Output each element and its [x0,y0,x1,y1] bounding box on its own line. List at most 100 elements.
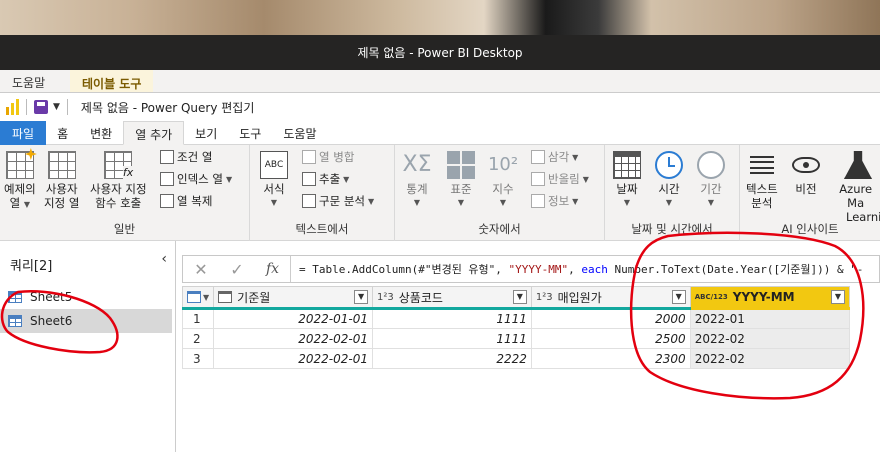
time-button[interactable]: 시간 ▼ [655,151,683,210]
format-abc-icon: ABC [260,151,288,179]
parse-button[interactable]: 구문 분석 ▼ [302,193,374,209]
filter-dropdown-icon[interactable]: ▼ [831,290,845,304]
statistics-button[interactable]: XΣ 통계 ▼ [402,151,432,210]
cell-cost[interactable]: 2500 [530,328,691,349]
extract-button[interactable]: 추출 ▼ [302,171,349,187]
filter-dropdown-icon[interactable]: ▼ [354,290,369,304]
query-item-sheet6[interactable]: Sheet6 [0,309,172,333]
filter-dropdown-icon[interactable]: ▼ [512,290,527,304]
duplicate-column-icon [160,194,174,208]
index-column-button[interactable]: 인덱스 열 ▼ [160,171,232,187]
merge-columns-icon [302,150,316,164]
table-row[interactable]: 2 2022-02-01 1111 2500 2022-02 [181,328,851,349]
parse-icon [302,194,316,208]
column-header-cost[interactable]: 1²3 매입원가 ▼ [530,286,691,310]
cell-month[interactable]: 2022-02-01 [213,328,374,349]
information-button[interactable]: 정보 ▼ [531,193,578,209]
cell-product-code[interactable]: 2222 [372,348,532,369]
index-column-icon [160,172,174,186]
group-label-datetime: 날짜 및 시간에서 [631,222,713,236]
text-analytics-button[interactable]: 텍스트 분석 [746,151,778,210]
queries-pane: 쿼리[2] ‹ Sheet5 Sheet6 [0,241,176,452]
sigma-icon: XΣ [402,152,432,177]
cell-cost[interactable]: 2300 [530,348,691,369]
cell-product-code[interactable]: 1111 [372,328,532,349]
conditional-column-button[interactable]: 조건 열 [160,149,212,165]
column-from-examples-button[interactable]: 예제의 열 ▼ [4,148,37,212]
eye-icon [792,157,820,173]
tab-file[interactable]: 파일 [0,121,47,145]
power-query-window: ▼ 제목 없음 - Power Query 편집기 파일 홈 변환 열 추가 보… [0,92,880,452]
flask-icon [844,151,872,179]
date-button[interactable]: 날짜 ▼ [613,151,641,210]
format-button[interactable]: ABC 서식 ▼ [260,151,288,210]
tab-view[interactable]: 보기 [184,121,228,145]
group-label-general: 일반 [113,222,136,236]
query-item-sheet5[interactable]: Sheet5 [0,285,172,309]
custom-column-button[interactable]: 사용자 지정 열 [44,151,79,210]
cell-product-code[interactable]: 1111 [372,308,532,329]
column-header-product-code[interactable]: 1²3 상품코드 ▼ [372,286,532,310]
group-label-text: 텍스트에서 [295,222,349,236]
group-ai-insights: 텍스트 분석 비전 Azure Ma Learni AI 인사이트 [740,145,880,241]
standard-button[interactable]: 표준 ▼ [447,151,475,210]
information-icon [531,194,545,208]
cell-yyyy-mm[interactable]: 2022-02 [689,328,851,349]
powerbi-logo-icon [6,99,19,115]
cell-yyyy-mm[interactable]: 2022-01 [689,308,851,329]
cell-yyyy-mm[interactable]: 2022-02 [689,348,851,369]
scientific-button[interactable]: 10² 지수 ▼ [488,151,518,210]
tab-home[interactable]: 홈 [46,121,79,145]
cell-cost[interactable]: 2000 [530,308,691,329]
powerbi-window-title: 제목 없음 - Power BI Desktop [357,46,523,60]
powerbi-ribbon-tabs: 도움말 테이블 도구 [0,70,880,92]
azure-ml-button[interactable]: Azure Ma Learni [830,151,880,224]
table-row[interactable]: 1 2022-01-01 1111 2000 2022-01 [181,308,851,329]
rounding-button[interactable]: 반올림 ▼ [531,171,589,187]
powerbi-title-bar: 제목 없음 - Power BI Desktop [0,35,880,70]
cell-month[interactable]: 2022-02-01 [213,348,374,369]
group-label-number: 숫자에서 [478,222,521,236]
tab-help[interactable]: 도움말 [272,121,327,145]
column-header-yyyy-mm[interactable]: ABC/123 YYYY-MM ▼ [689,286,851,310]
group-text: ABC 서식 ▼ 열 병합 추출 ▼ 구문 분석 ▼ 텍스트에서 [250,145,395,241]
extract-icon [302,172,316,186]
pq-window-title: 제목 없음 - Power Query 편집기 [80,100,255,115]
quick-access-toolbar: ▼ 제목 없음 - Power Query 편집기 [0,93,880,121]
clock-icon [655,151,683,179]
save-icon[interactable] [34,100,48,114]
vision-button[interactable]: 비전 [792,151,820,196]
filter-dropdown-icon[interactable]: ▼ [671,290,686,304]
cell-month[interactable]: 2022-01-01 [213,308,374,329]
table-menu-button[interactable]: ▼ [181,286,215,310]
tab-add-column[interactable]: 열 추가 [123,121,185,145]
calculator-icon [447,151,475,179]
commit-formula-icon[interactable]: ✓ [219,260,255,279]
group-number: XΣ 통계 ▼ 표준 ▼ 10² 지수 ▼ 삼각 ▼ 반올림 ▼ 정보 ▼ 숫자… [395,145,605,241]
table-icon [8,315,22,327]
group-datetime: 날짜 ▼ 시간 ▼ 기간 ▼ 날짜 및 시간에서 [605,145,740,241]
duplicate-column-button[interactable]: 열 복제 [160,193,212,209]
powerbi-tab-table-tools[interactable]: 테이블 도구 [70,70,154,92]
table-row[interactable]: 3 2022-02-01 2222 2300 2022-02 [181,348,851,369]
fx-icon[interactable]: fx [255,256,291,282]
tab-tools[interactable]: 도구 [228,121,272,145]
collapse-pane-icon[interactable]: ‹ [161,251,167,267]
formula-bar: ✕ ✓ fx = Table.AddColumn(#"변경된 유형", "YYY… [182,255,880,283]
data-grid: ▼ 기준월 ▼ 1²3 상품코드 ▼ 1²3 매입원가 ▼ ABC/123 YYYY-… [181,286,851,369]
column-header-month[interactable]: 기준월 ▼ [213,286,374,310]
conditional-column-icon [160,150,174,164]
duration-button[interactable]: 기간 ▼ [697,151,725,210]
background-photo [0,0,880,35]
invoke-custom-function-button[interactable]: 사용자 지정 함수 호출 [90,151,147,210]
tab-transform[interactable]: 변환 [79,121,123,145]
powerbi-tab-help[interactable]: 도움말 [12,74,45,91]
trigonometry-button[interactable]: 삼각 ▼ [531,149,578,165]
qat-dropdown-icon[interactable]: ▼ [53,102,60,112]
ribbon: 예제의 열 ▼ 사용자 지정 열 사용자 지정 함수 호출 조건 열 인덱스 열… [0,145,880,241]
table-menu-icon [187,291,201,303]
group-general: 예제의 열 ▼ 사용자 지정 열 사용자 지정 함수 호출 조건 열 인덱스 열… [0,145,250,241]
formula-text[interactable]: = Table.AddColumn(#"변경된 유형", "YYYY-MM", … [291,261,863,277]
cancel-formula-icon[interactable]: ✕ [183,260,219,279]
merge-columns-button[interactable]: 열 병합 [302,149,354,165]
